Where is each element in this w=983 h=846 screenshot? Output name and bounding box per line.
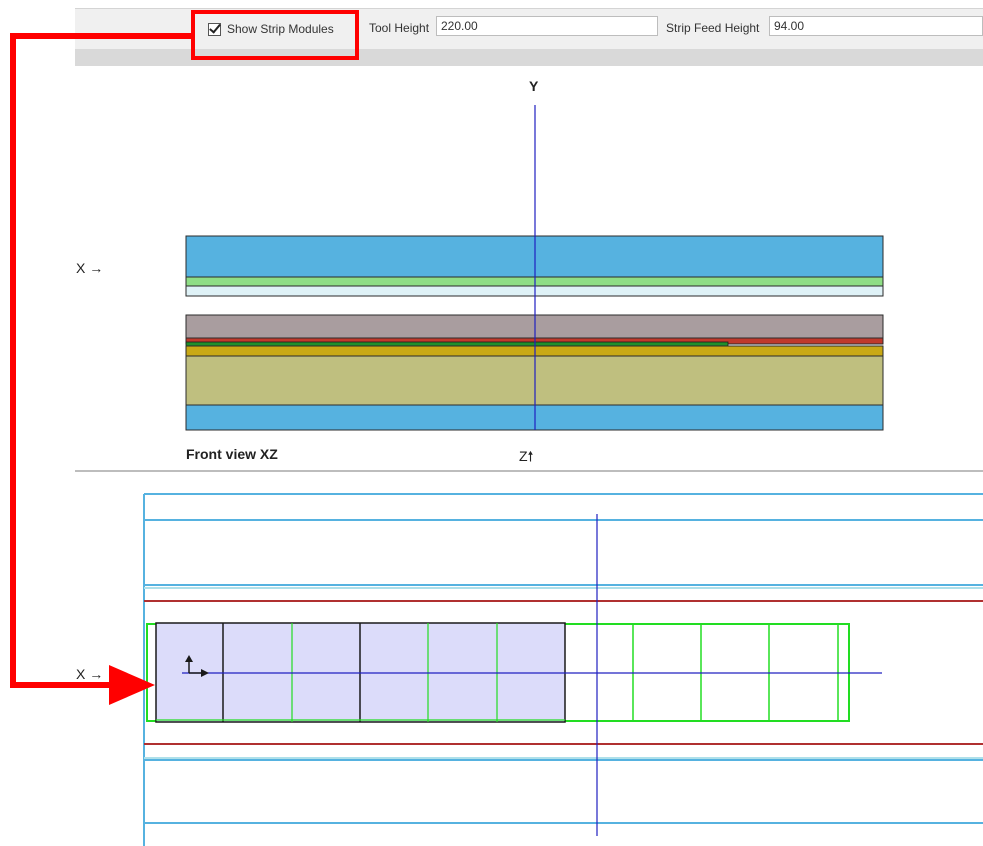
front-view-title: Front view XZ: [186, 446, 278, 462]
z-axis-label: Z🠕: [519, 448, 534, 464]
strip-in-die: [185, 341, 729, 347]
x-axis-label-front: X →: [76, 260, 104, 276]
y-axis-label: Y: [529, 78, 539, 94]
x-axis-label-strip: X →: [76, 666, 104, 682]
annotation-arrow: [10, 33, 191, 705]
drawing-canvas: [10, 33, 983, 846]
highlight-box: [191, 10, 359, 60]
